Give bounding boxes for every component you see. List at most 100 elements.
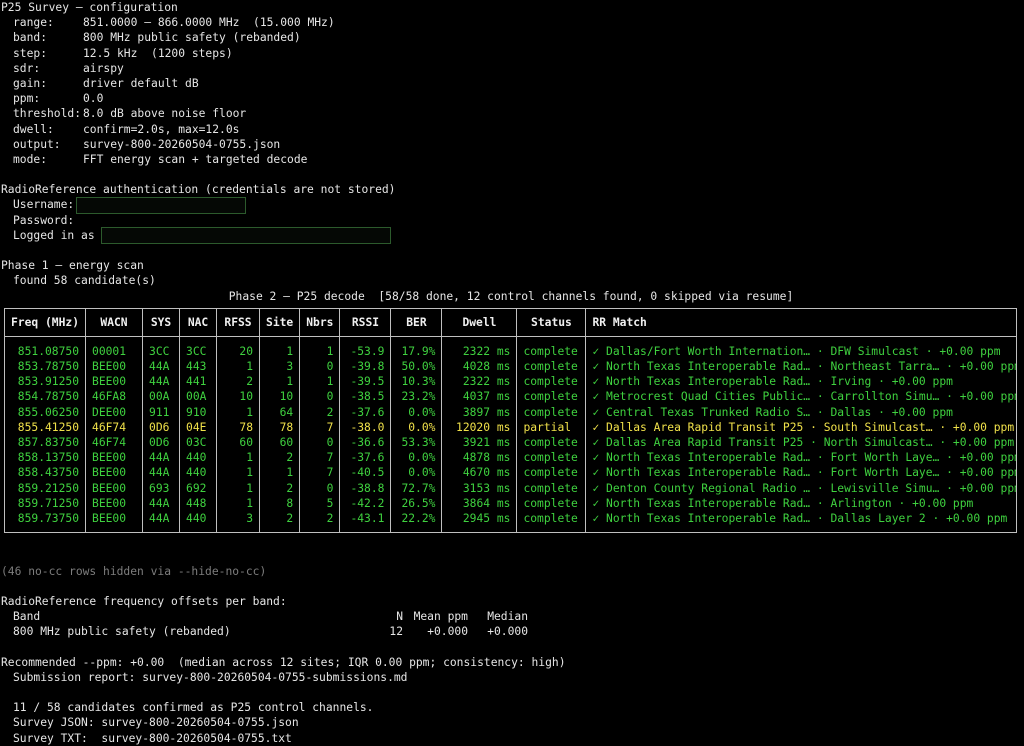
cell-ber: 0.0% <box>390 450 443 466</box>
cell-freq: 854.78750 <box>4 389 87 405</box>
cell-site: 10 <box>259 389 301 405</box>
cell-status: complete <box>516 336 587 359</box>
column-header-sys: SYS <box>142 308 181 337</box>
phase1-found: found 58 candidate(s) <box>13 274 156 288</box>
table-row: 855.41250 46F74 0D6 04E 78 78 7 -38.0 0.0% 12020 … <box>4 419 1017 435</box>
cell-nbrs: 0 <box>299 389 341 405</box>
confirmed-summary: 11 / 58 candidates confirmed as P25 cont… <box>13 701 374 715</box>
cell-dwell: 3153 ms <box>441 480 518 496</box>
username-label: Username: <box>13 198 75 212</box>
logged-in-row: Logged in as <box>1 226 1021 244</box>
cell-site: 2 <box>259 450 301 466</box>
cell-site: 3 <box>259 358 301 375</box>
config-list: range: 851.0000 – 866.0000 MHz (15.000 MH… <box>1 15 1021 167</box>
table-row: 855.06250 DEE00 911 910 1 64 2 -37.6 0.0% 3897 ms… <box>4 404 1017 420</box>
config-value: 800 MHz public safety (rebanded) <box>83 31 301 45</box>
cell-nac: 3CC <box>179 336 218 359</box>
table-row: 858.43750 BEE00 44A 440 1 1 7 -40.5 0.0% 4670 ms c… <box>4 465 1017 481</box>
offsets-col-median: Median <box>487 610 528 624</box>
cell-rssi: -40.5 <box>339 465 392 481</box>
submission-report: Submission report: survey-800-20260504-0… <box>13 670 408 684</box>
phase1-title: Phase 1 — energy scan <box>1 259 144 273</box>
column-header-nac: NAC <box>179 308 218 337</box>
cell-nac: 440 <box>179 450 218 466</box>
offsets-cell-mean: +0.000 <box>427 625 468 639</box>
cell-ber: 50.0% <box>390 358 443 375</box>
config-key: band: <box>13 31 48 45</box>
config-value: 8.0 dB above noise floor <box>83 107 247 121</box>
config-key: gain: <box>13 76 48 90</box>
cell-dwell: 2945 ms <box>441 510 518 533</box>
cell-freq: 853.78750 <box>4 358 87 375</box>
cell-nac: 03C <box>179 434 218 451</box>
cell-rfss: 20 <box>216 336 261 359</box>
cell-nac: 440 <box>179 510 218 533</box>
cell-sys: 3CC <box>142 336 181 359</box>
cell-ber: 0.0% <box>390 404 443 420</box>
cell-rfss: 60 <box>216 434 261 451</box>
cell-dwell: 3864 ms <box>441 495 518 511</box>
cell-status: partial <box>516 419 587 435</box>
config-value: confirm=2.0s, max=12.0s <box>83 122 240 136</box>
cell-wacn: 46F74 <box>85 434 144 451</box>
cell-site: 64 <box>259 404 301 420</box>
cell-rssi: -39.5 <box>339 374 392 390</box>
cell-freq: 858.13750 <box>4 450 87 466</box>
cell-nbrs: 2 <box>299 510 341 533</box>
config-row: ppm: 0.0 <box>1 91 1021 106</box>
password-row: Password: <box>1 213 1021 228</box>
cell-sys: 44A <box>142 495 181 511</box>
cell-rr-match: ✓ North Texas Interoperable Rad… · Irvin… <box>592 375 953 389</box>
cell-rr-match: ✓ North Texas Interoperable Rad… · Fort … <box>592 451 1017 465</box>
cell-dwell: 2322 ms <box>441 336 518 359</box>
hidden-rows-note: (46 no-cc rows hidden via --hide-no-cc) <box>1 564 267 578</box>
config-key: step: <box>13 46 48 60</box>
cell-status: complete <box>516 450 587 466</box>
cell-nbrs: 2 <box>299 404 341 420</box>
username-field[interactable] <box>76 196 247 214</box>
cell-rr-match: ✓ North Texas Interoperable Rad… · North… <box>592 359 1017 373</box>
results-table: Freq (MHz) WACN SYS NAC RFSS Site Nbrs RSSI BER D… <box>4 307 1017 534</box>
offsets-col-mean: Mean ppm <box>413 610 468 624</box>
cell-freq: 859.71250 <box>4 495 87 511</box>
survey-json-path: Survey JSON: survey-800-20260504-0755.js… <box>13 716 299 730</box>
cell-rfss: 1 <box>216 480 261 496</box>
phase2-title: Phase 2 — P25 decode [58/58 done, 12 con… <box>228 289 794 303</box>
cell-nac: 440 <box>179 465 218 481</box>
cell-wacn: BEE00 <box>85 480 144 496</box>
config-row: output: survey-800-20260504-0755.json <box>1 137 1021 152</box>
cell-rssi: -42.2 <box>339 495 392 511</box>
cell-rr-match: ✓ Central Texas Trunked Radio S… · Dalla… <box>592 405 953 419</box>
cell-rssi: -53.9 <box>339 336 392 359</box>
cell-nac: 443 <box>179 358 218 375</box>
cell-status: complete <box>516 404 587 420</box>
table-row: 853.78750 BEE00 44A 443 1 3 0 -39.8 50.0% 4028 ms… <box>4 358 1017 375</box>
cell-ber: 72.7% <box>390 480 443 496</box>
cell-rr-match: ✓ Dallas Area Rapid Transit P25 · South … <box>592 420 1015 434</box>
config-key: range: <box>13 16 54 30</box>
column-header-freq: Freq (MHz) <box>4 308 87 337</box>
cell-nac: 692 <box>179 480 218 496</box>
auth-title: RadioReference authentication (credentia… <box>1 183 396 197</box>
table-row: 858.13750 BEE00 44A 440 1 2 7 -37.6 0.0% 4878 ms c… <box>4 450 1017 466</box>
cell-rssi: -38.0 <box>339 419 392 435</box>
cell-freq: 853.91250 <box>4 374 87 390</box>
cell-nbrs: 1 <box>299 374 341 390</box>
config-row: sdr: airspy <box>1 61 1021 76</box>
cell-rssi: -37.6 <box>339 404 392 420</box>
cell-site: 1 <box>259 336 301 359</box>
cell-nac: 04E <box>179 419 218 435</box>
offsets-cell-band: 800 MHz public safety (rebanded) <box>13 625 231 639</box>
column-header-ber: BER <box>390 308 443 337</box>
offsets-title: RadioReference frequency offsets per ban… <box>1 594 287 608</box>
survey-txt-path: Survey TXT: survey-800-20260504-0755.txt <box>13 731 292 745</box>
cell-wacn: 00001 <box>85 336 144 359</box>
config-row: gain: driver default dB <box>1 76 1021 91</box>
cell-rssi: -43.1 <box>339 510 392 533</box>
config-value: 0.0 <box>83 92 104 106</box>
cell-rssi: -38.5 <box>339 389 392 405</box>
terminal-output: P25 Survey — configuration range: 851.000… <box>1 0 1021 746</box>
cell-sys: 44A <box>142 374 181 390</box>
config-row: band: 800 MHz public safety (rebanded) <box>1 30 1021 45</box>
config-key: dwell: <box>13 122 54 136</box>
